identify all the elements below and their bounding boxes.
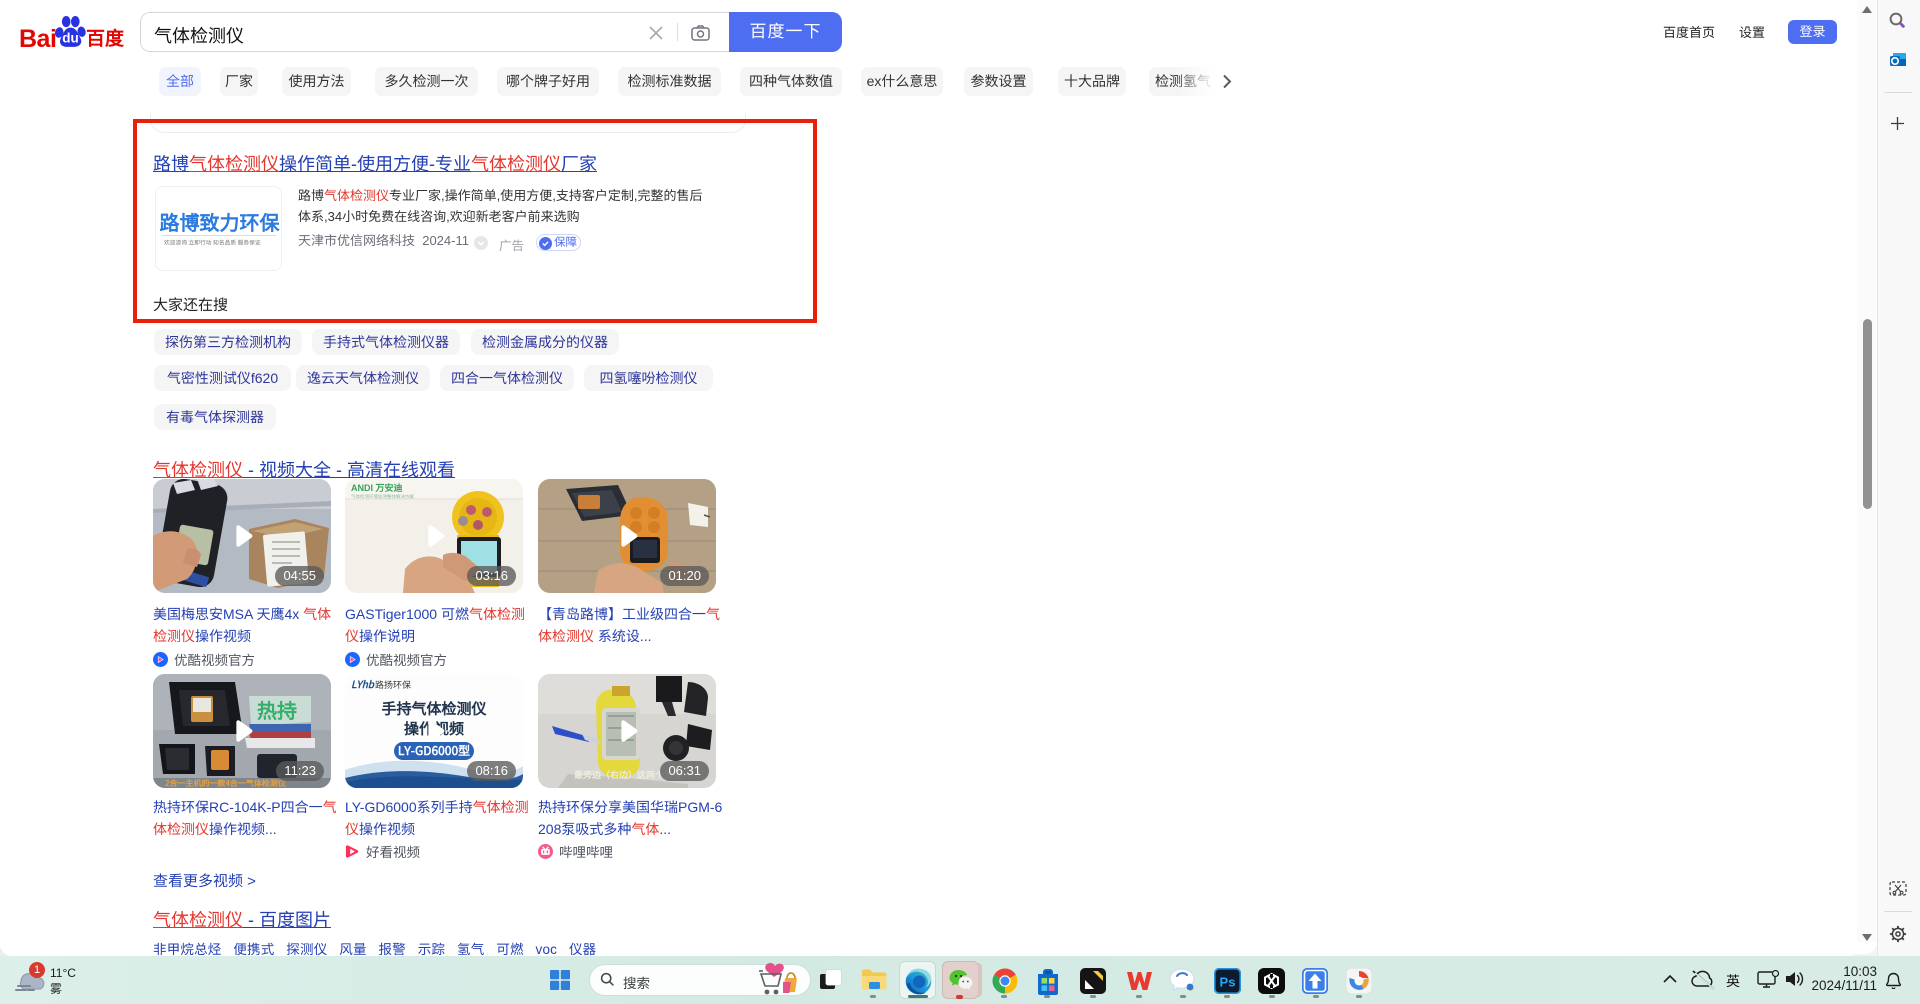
svg-text:热持: 热持 xyxy=(257,695,297,724)
svg-text:Ps: Ps xyxy=(1220,975,1236,990)
svg-text:ANDI 万安迪: ANDI 万安迪 xyxy=(351,483,403,493)
svg-text:气体检测环境监测整体解决方案: 气体检测环境监测整体解决方案 xyxy=(351,494,414,499)
svg-text:2合一主机的一款4合一气体检测仪: 2合一主机的一款4合一气体检测仪 xyxy=(165,778,287,788)
svg-text:路扬环保: 路扬环保 xyxy=(375,678,411,691)
svg-text:du: du xyxy=(62,31,79,46)
svg-text:LYhb: LYhb xyxy=(351,676,375,691)
